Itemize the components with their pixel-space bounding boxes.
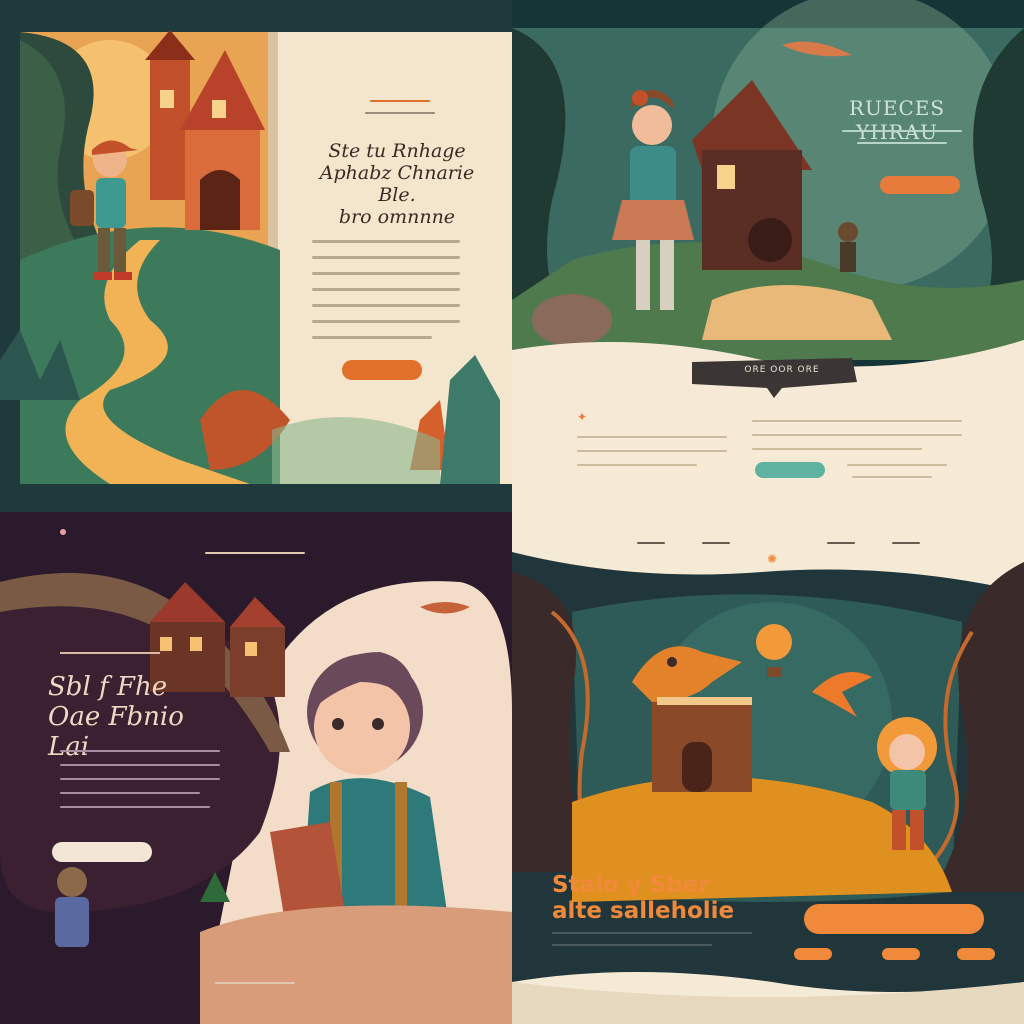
text-line <box>60 778 220 780</box>
page-heading: Ste tu Rnhage Aphabz Chnarie Ble. bro om… <box>312 140 482 228</box>
pill-button[interactable] <box>794 948 832 960</box>
hero-title: RUECES YHRAU <box>848 96 946 144</box>
cta-button[interactable] <box>52 842 152 862</box>
text-line <box>852 476 932 478</box>
cta-button[interactable] <box>342 360 422 380</box>
heading-line-2: Oae Fbnio Lai <box>48 702 184 762</box>
reading-illustration <box>0 512 512 1024</box>
signpost-label: ORE OOR ORE <box>744 365 820 375</box>
text-line <box>552 944 712 946</box>
dot-icon <box>60 529 66 535</box>
logo-mark: ✦ <box>577 410 588 424</box>
text-line <box>312 240 460 243</box>
heading-line-2: alte salleholie <box>552 898 735 924</box>
eyebrow-line <box>60 652 160 654</box>
hero-heading: Sbl f Fhe Oae Fbnio Lai <box>48 672 228 762</box>
mockup-grid: Ste tu Rnhage Aphabz Chnarie Ble. bro om… <box>0 0 1024 1024</box>
text-line <box>60 764 220 766</box>
eyebrow-line <box>370 100 430 102</box>
reading-girl-panel: Sbl f Fhe Oae Fbnio Lai <box>0 512 512 1024</box>
eyebrow-line <box>365 112 435 114</box>
magic-forest-illustration <box>512 512 1024 1024</box>
text-line <box>312 320 460 323</box>
pill-button[interactable] <box>957 948 995 960</box>
text-line <box>312 272 460 275</box>
text-line <box>577 450 727 452</box>
forest-hero-panel: RUECES YHRAU ORE OOR ORE ✦ <box>512 0 1024 512</box>
text-line <box>842 130 962 132</box>
hero-heading: Stalo y Sber alte salleholie <box>552 872 772 924</box>
text-line <box>752 420 962 422</box>
magic-forest-panel: ✺ Stalo y Sber alte salleholie <box>512 512 1024 1024</box>
text-line <box>847 464 947 466</box>
nav-line <box>892 542 920 544</box>
heading-line-1: Ste tu Rnhage <box>328 140 466 162</box>
storybook-spread-panel: Ste tu Rnhage Aphabz Chnarie Ble. bro om… <box>0 0 512 512</box>
text-line <box>312 304 460 307</box>
text-line <box>752 448 922 450</box>
nav-line <box>637 542 665 544</box>
text-line <box>312 288 460 291</box>
text-line <box>312 256 460 259</box>
heading-line-1: Stalo y Sber <box>552 872 710 898</box>
cta-button[interactable] <box>804 904 984 934</box>
text-line <box>577 464 697 466</box>
text-line <box>60 792 200 794</box>
text-line <box>752 434 962 436</box>
text-line <box>552 932 752 934</box>
footer-line <box>215 982 295 984</box>
flower-icon: ✺ <box>767 552 778 566</box>
heading-line-2: Aphabz Chnarie Ble. <box>319 162 475 206</box>
text-line <box>60 806 210 808</box>
text-line <box>857 142 947 144</box>
text-line <box>577 436 727 438</box>
nav-line <box>205 552 305 554</box>
nav-line <box>827 542 855 544</box>
text-line <box>312 336 432 339</box>
nav-line <box>702 542 730 544</box>
heading-line-1: Sbl f Fhe <box>48 672 168 702</box>
hero-cta-button[interactable] <box>880 176 960 194</box>
text-line <box>60 750 220 752</box>
read-more-button[interactable] <box>755 462 825 478</box>
heading-line-3: bro omnnne <box>338 206 456 228</box>
pill-button[interactable] <box>882 948 920 960</box>
